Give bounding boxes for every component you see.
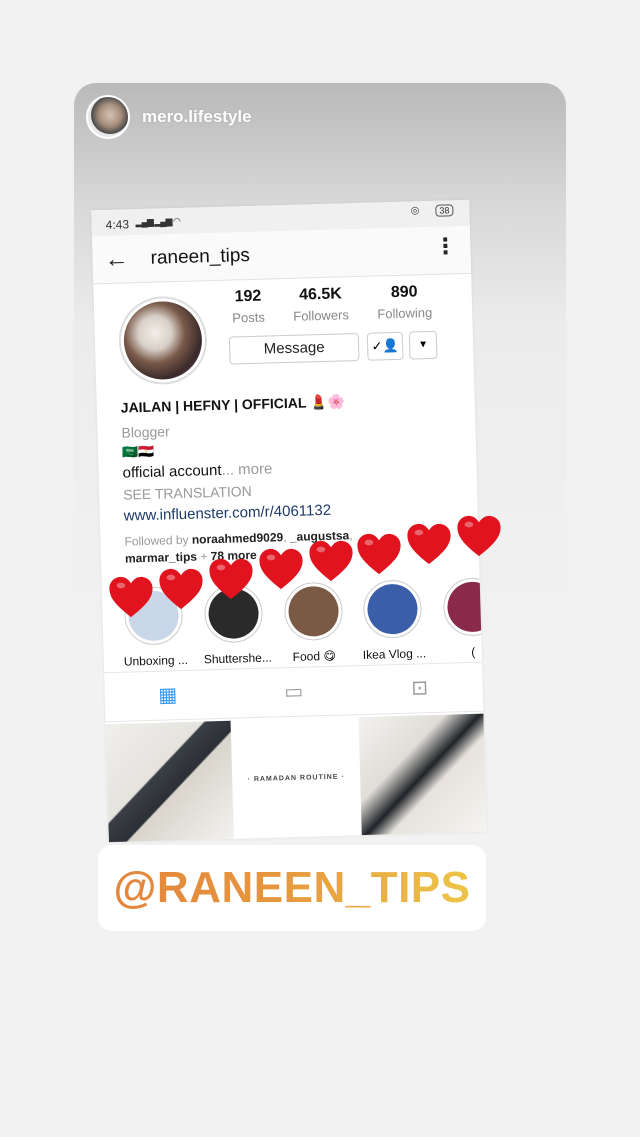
- heart-icon: [456, 514, 502, 558]
- highlight-label: Unboxing ...: [123, 652, 189, 669]
- profile-stats: 192 Posts 46.5K Followers 890 Following: [231, 283, 433, 326]
- following-user-icon[interactable]: ✓👤: [366, 331, 404, 361]
- igtv-icon[interactable]: ▭: [230, 666, 357, 717]
- followers-count: 46.5K: [298, 285, 343, 304]
- followers-label: Followers: [293, 307, 350, 324]
- post-thumbnail[interactable]: [358, 713, 487, 838]
- profile-username: raneen_tips: [150, 244, 251, 269]
- followed-prefix: Followed by: [124, 532, 193, 549]
- profile-header: ← raneen_tips ⋮: [91, 225, 472, 285]
- highlight-label: Ikea Vlog ...: [362, 646, 427, 662]
- heart-icon: [258, 547, 304, 591]
- story-username[interactable]: mero.lifestyle: [142, 107, 252, 127]
- highlight-item[interactable]: Food 😋: [282, 581, 345, 665]
- following-label: Following: [377, 304, 433, 322]
- posts-label: Posts: [232, 309, 266, 326]
- bio-more-link[interactable]: ... more: [221, 460, 272, 478]
- post-thumbnail[interactable]: · RAMADAN ROUTINE ·: [232, 717, 361, 841]
- more-options-icon[interactable]: ⋮: [434, 233, 457, 259]
- status-time: 4:43: [105, 217, 130, 233]
- followers-stat[interactable]: 46.5K Followers: [292, 285, 350, 324]
- posts-stat[interactable]: 192 Posts: [231, 288, 265, 326]
- following-count: 890: [390, 283, 418, 302]
- highlight-label: Food 😋: [292, 648, 337, 664]
- post-thumbnail[interactable]: [105, 720, 234, 843]
- message-button[interactable]: Message: [228, 332, 360, 365]
- user-avatar[interactable]: [86, 95, 130, 139]
- profile-tabs: ▦ ▭ ⊡: [104, 661, 484, 723]
- heart-icon: [356, 532, 402, 576]
- heart-icon: [108, 575, 154, 619]
- post-grid: · RAMADAN ROUTINE ·: [105, 713, 487, 843]
- profile-screenshot: 4:43 ▂▄▆ ▂▄▆ ◠ ◎ 38 ← raneen_tips ⋮ 192 …: [91, 199, 487, 843]
- heart-icon: [208, 557, 254, 601]
- followed-user-1: noraahmed9029: [191, 530, 284, 547]
- highlight-label: Shuttershe...: [203, 650, 273, 667]
- story-header: mero.lifestyle: [86, 95, 252, 139]
- following-stat[interactable]: 890 Following: [377, 283, 433, 322]
- highlight-item[interactable]: (: [441, 577, 487, 660]
- battery-indicator: 38: [435, 204, 454, 217]
- chevron-down-icon[interactable]: ▼: [408, 330, 438, 360]
- back-arrow-icon[interactable]: ←: [104, 245, 129, 273]
- heart-icon: [308, 539, 354, 583]
- grid-view-icon[interactable]: ▦: [104, 670, 231, 721]
- posts-count: 192: [234, 287, 262, 306]
- signal-icon: ▂▄▆ ▂▄▆ ◠: [135, 215, 181, 228]
- display-name: JAILAN | HEFNY | OFFICIAL 💄🌸: [120, 393, 346, 416]
- heart-icon: [406, 522, 452, 566]
- heart-icon: [158, 567, 204, 611]
- followed-user-3: marmar_tips: [124, 549, 198, 566]
- highlight-item[interactable]: Ikea Vlog ...: [361, 579, 427, 662]
- alarm-icon: ◎: [410, 205, 420, 217]
- profile-picture[interactable]: [117, 295, 209, 386]
- mention-sticker[interactable]: @RANEEN_TIPS: [98, 845, 486, 931]
- highlight-label: (: [471, 644, 476, 659]
- tagged-icon[interactable]: ⊡: [356, 663, 483, 714]
- bio-body: official account: [122, 461, 222, 482]
- bio-website-link[interactable]: www.influenster.com/r/4061132: [124, 498, 464, 525]
